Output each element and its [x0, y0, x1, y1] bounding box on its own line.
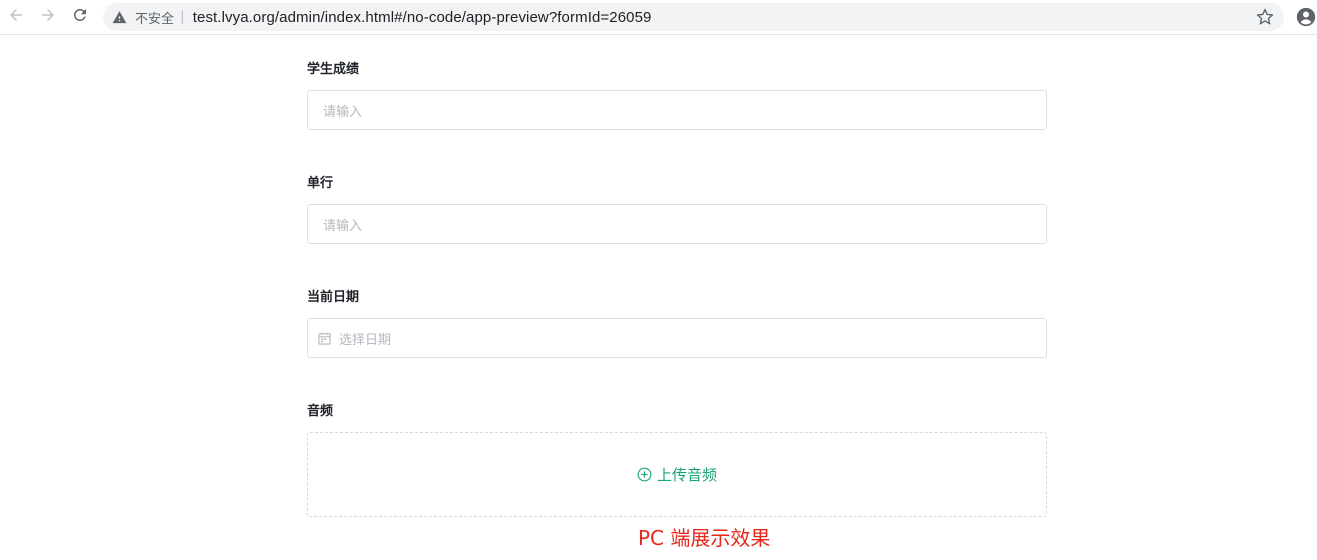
date-picker-placeholder: 选择日期: [339, 332, 392, 348]
caption-text: PC 端展示效果: [638, 526, 771, 550]
upload-audio-button[interactable]: 上传音频: [307, 432, 1047, 517]
plus-circle-icon: [637, 467, 652, 482]
browser-toolbar: 不安全 | test.lvya.org/admin/index.html#/no…: [0, 0, 1317, 35]
account-circle-icon[interactable]: [1296, 7, 1316, 27]
field-label-audio: 音频: [307, 404, 334, 419]
arrow-right-icon: [39, 6, 57, 28]
student-score-placeholder: 请输入: [323, 104, 363, 120]
security-status-label[interactable]: 不安全: [135, 8, 174, 27]
single-line-input[interactable]: 请输入: [307, 204, 1047, 244]
url-separator: |: [180, 9, 185, 25]
star-icon[interactable]: [1256, 8, 1274, 26]
url-text[interactable]: test.lvya.org/admin/index.html#/no-code/…: [193, 9, 652, 26]
warning-triangle-icon: [112, 9, 128, 25]
single-line-placeholder: 请输入: [323, 218, 363, 234]
student-score-input[interactable]: 请输入: [307, 90, 1047, 130]
date-picker-input[interactable]: 选择日期: [307, 318, 1047, 358]
address-bar[interactable]: 不安全 | test.lvya.org/admin/index.html#/no…: [103, 3, 1284, 31]
calendar-icon: [318, 331, 332, 345]
field-label-student-score: 学生成绩: [307, 62, 360, 77]
reload-icon: [71, 6, 89, 28]
reload-button[interactable]: [69, 6, 91, 28]
arrow-left-icon: [7, 6, 25, 28]
field-label-current-date: 当前日期: [307, 290, 360, 305]
back-button[interactable]: [5, 6, 27, 28]
field-label-single-line: 单行: [307, 176, 334, 191]
forward-button[interactable]: [37, 6, 59, 28]
upload-audio-label: 上传音频: [656, 466, 717, 484]
